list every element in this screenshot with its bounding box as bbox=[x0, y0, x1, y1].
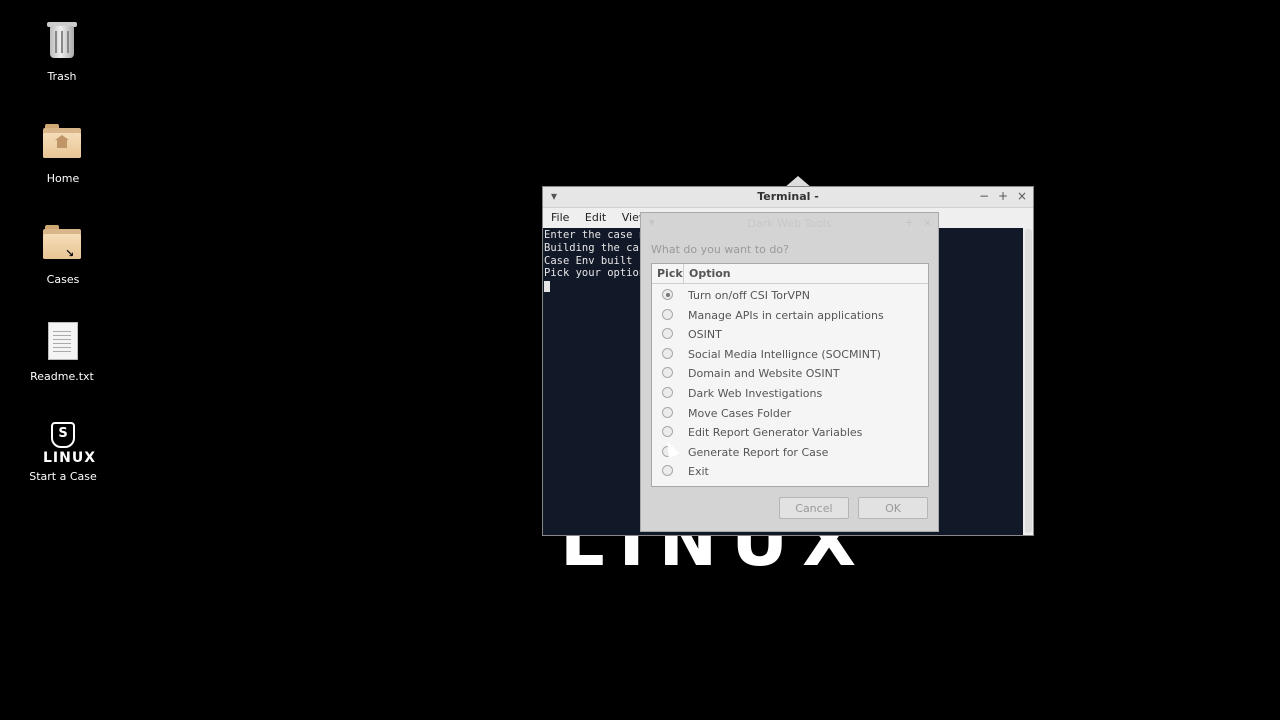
option-label: Manage APIs in certain applications bbox=[688, 308, 884, 322]
column-header-option[interactable]: Option bbox=[689, 264, 731, 283]
radio-button[interactable] bbox=[662, 406, 673, 418]
option-label: Edit Report Generator Variables bbox=[688, 426, 863, 440]
desktop-icon-start-case[interactable]: S LINUX Start a Case bbox=[18, 422, 108, 483]
dialog-title: Dark Web Tools bbox=[747, 217, 832, 230]
desktop-icon-trash[interactable]: Trash bbox=[17, 22, 107, 83]
csi-linux-logo-icon: S LINUX bbox=[43, 422, 95, 466]
desktop-icon-cases[interactable]: ↘ Cases bbox=[18, 225, 108, 286]
desktop-icon-home[interactable]: Home bbox=[18, 124, 108, 185]
trash-icon bbox=[42, 22, 82, 62]
terminal-title: Terminal - bbox=[757, 190, 819, 203]
menu-edit[interactable]: Edit bbox=[585, 208, 606, 228]
terminal-titlebar[interactable]: ▾ Terminal - − + × bbox=[543, 187, 1033, 208]
option-label: OSINT bbox=[688, 328, 722, 342]
option-label: Domain and Website OSINT bbox=[688, 367, 840, 381]
desktop-icon-readme[interactable]: Readme.txt bbox=[17, 322, 107, 383]
option-row[interactable]: Move Cases Folder bbox=[652, 404, 928, 424]
terminal-scrollbar[interactable] bbox=[1025, 229, 1032, 533]
cancel-button[interactable]: Cancel bbox=[778, 497, 849, 519]
dialog-prompt: What do you want to do? bbox=[651, 243, 789, 256]
radio-button[interactable] bbox=[662, 386, 673, 398]
maximize-icon[interactable]: + bbox=[905, 216, 914, 229]
desktop-icon-label: Cases bbox=[46, 273, 80, 286]
minimize-icon[interactable]: − bbox=[979, 189, 989, 203]
radio-button[interactable] bbox=[662, 426, 673, 438]
option-row[interactable]: Domain and Website OSINT bbox=[652, 364, 928, 384]
option-row[interactable]: Turn on/off CSI TorVPN bbox=[652, 286, 928, 306]
option-label: Generate Report for Case bbox=[688, 445, 829, 459]
radio-button[interactable] bbox=[662, 367, 673, 379]
dark-web-tools-dialog[interactable]: ▾ Dark Web Tools + × What do you want to… bbox=[640, 212, 939, 532]
dialog-titlebar[interactable]: ▾ Dark Web Tools + × bbox=[641, 213, 938, 233]
option-row[interactable]: Dark Web Investigations bbox=[652, 384, 928, 404]
terminal-cursor bbox=[544, 280, 550, 292]
desktop-icon-label: Readme.txt bbox=[30, 370, 94, 383]
menu-file[interactable]: File bbox=[551, 208, 569, 228]
folder-link-icon: ↘ bbox=[43, 225, 83, 265]
option-row[interactable]: Social Media Intellignce (SOCMINT) bbox=[652, 345, 928, 365]
text-file-icon bbox=[42, 322, 82, 362]
ok-button[interactable]: OK bbox=[858, 497, 928, 519]
desktop-icon-label: Start a Case bbox=[29, 470, 97, 483]
options-list: Pick Option Turn on/off CSI TorVPN Manage… bbox=[651, 263, 929, 487]
desktop-icon-label: Trash bbox=[47, 70, 77, 83]
close-icon[interactable]: × bbox=[1017, 189, 1027, 203]
radio-button[interactable] bbox=[662, 308, 673, 320]
option-label: Turn on/off CSI TorVPN bbox=[688, 289, 810, 302]
radio-button[interactable] bbox=[662, 328, 673, 340]
radio-button[interactable] bbox=[662, 465, 673, 477]
option-label: Social Media Intellignce (SOCMINT) bbox=[688, 347, 881, 361]
option-row[interactable]: Exit bbox=[652, 462, 928, 482]
option-row[interactable]: Generate Report for Case bbox=[652, 443, 928, 463]
option-row[interactable]: Edit Report Generator Variables bbox=[652, 423, 928, 443]
desktop-icon-label: Home bbox=[46, 172, 80, 185]
option-label: Dark Web Investigations bbox=[688, 386, 823, 400]
radio-button[interactable] bbox=[662, 289, 673, 300]
close-icon[interactable]: × bbox=[923, 216, 932, 229]
list-header: Pick Option bbox=[652, 264, 928, 284]
column-header-pick[interactable]: Pick bbox=[652, 264, 684, 283]
option-row[interactable]: OSINT bbox=[652, 325, 928, 345]
option-label: Exit bbox=[688, 465, 709, 479]
home-folder-icon bbox=[43, 124, 83, 164]
maximize-icon[interactable]: + bbox=[998, 189, 1008, 203]
option-row[interactable]: Manage APIs in certain applications bbox=[652, 306, 928, 326]
option-label: Move Cases Folder bbox=[688, 406, 792, 420]
radio-button[interactable] bbox=[662, 347, 673, 359]
